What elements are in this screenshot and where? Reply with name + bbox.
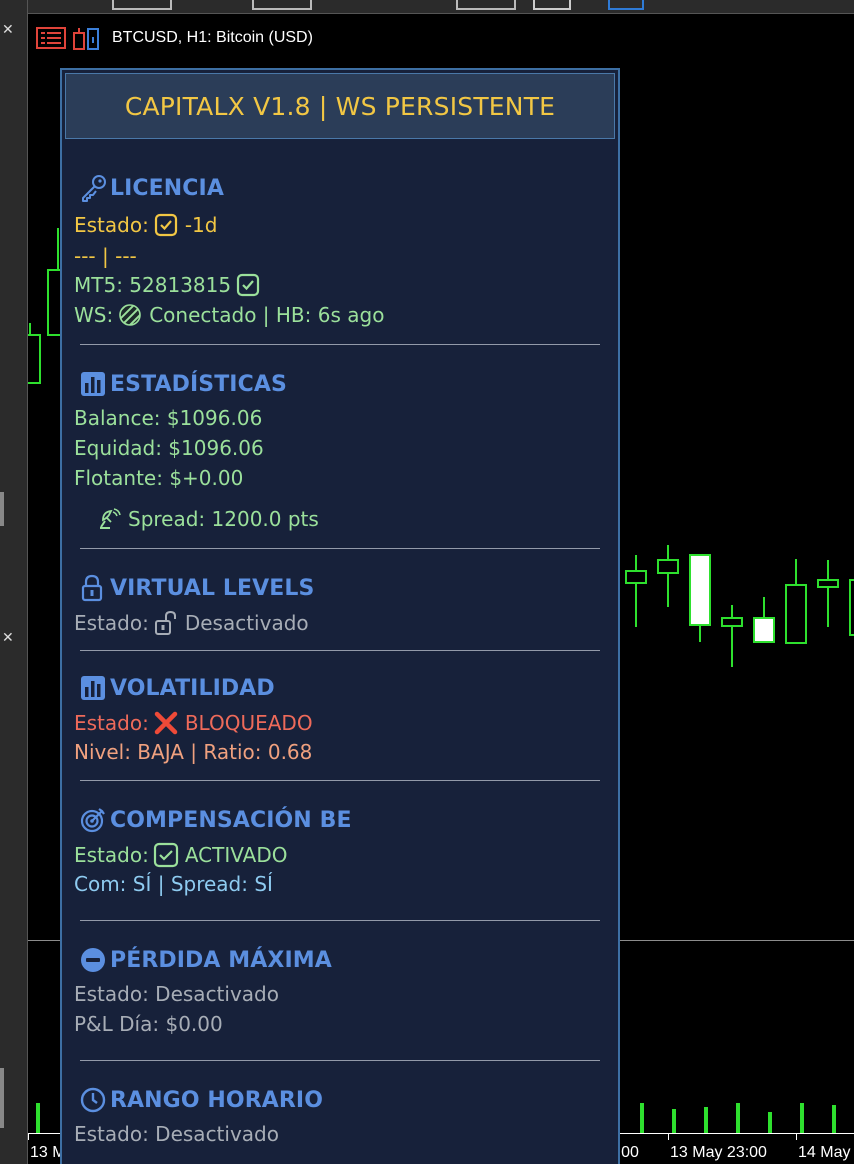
perdida-pnl: P&L Día: $0.00 [74, 1012, 223, 1036]
section-volatilidad: VOLATILIDAD [80, 672, 600, 704]
volume-bar [800, 1103, 804, 1133]
compensacion-estado: Estado: ACTIVADO [74, 842, 287, 868]
section-title: PÉRDIDA MÁXIMA [110, 947, 332, 973]
cross-mark-icon [151, 710, 181, 736]
volume-bar [640, 1103, 644, 1133]
key-icon [80, 174, 110, 202]
scroll-handle[interactable] [0, 492, 4, 526]
estado-value: Desactivado [184, 611, 309, 635]
volume-bar [36, 1103, 40, 1133]
toolbar-button[interactable] [608, 0, 644, 10]
section-title: VOLATILIDAD [110, 675, 275, 701]
section-title: RANGO HORARIO [110, 1087, 324, 1113]
unlock-icon [151, 610, 181, 636]
toolbar-button[interactable] [252, 0, 312, 10]
toolbar-button[interactable] [112, 0, 172, 10]
estado-label: Estado: [74, 611, 149, 635]
mt5-account: MT5: 52813815 [74, 273, 232, 297]
minus-circle-icon [80, 946, 110, 974]
check-icon [151, 212, 181, 238]
volume-bar [768, 1112, 772, 1133]
candle-body [817, 579, 839, 588]
candle-body [849, 579, 854, 636]
licencia-mt5: MT5: 52813815 [74, 272, 267, 298]
volatilidad-estado: Estado: BLOQUEADO [74, 710, 313, 736]
top-toolbar-strip [28, 0, 854, 14]
estado-value: ACTIVADO [184, 843, 288, 867]
section-divider [80, 780, 600, 781]
estado-label: Estado: [74, 213, 149, 237]
section-divider [80, 1060, 600, 1061]
section-divider [80, 548, 600, 549]
toolbar-button[interactable] [533, 0, 571, 10]
panel-header[interactable]: CAPITALX V1.8 | WS PERSISTENTE [65, 73, 615, 139]
lock-icon [80, 574, 110, 602]
striped-circle-icon [115, 302, 145, 328]
time-axis-mark [796, 1134, 797, 1140]
section-estadisticas: ESTADÍSTICAS [80, 368, 600, 400]
section-title: LICENCIA [110, 175, 224, 201]
volume-bar [672, 1109, 676, 1133]
section-compensacion-be: COMPENSACIÓN BE [80, 804, 600, 836]
candle-body [657, 559, 679, 574]
estado-value: BLOQUEADO [184, 711, 313, 735]
section-rango-horario: RANGO HORARIO [80, 1084, 600, 1116]
section-divider [80, 920, 600, 921]
volume-bar [832, 1105, 836, 1133]
virtual-levels-estado: Estado: Desactivado [74, 610, 309, 636]
estado-value: -1d [184, 213, 218, 237]
spread-row: Spread: 1200.0 pts [92, 506, 319, 532]
spread-value: Spread: 1200.0 pts [128, 507, 319, 531]
check-icon [233, 272, 263, 298]
left-toolbar-strip: ✕ ✕ [0, 0, 28, 1164]
satellite-dish-icon [94, 506, 124, 532]
ws-label: WS: [74, 303, 114, 327]
section-divider [80, 650, 600, 651]
section-virtual-levels: VIRTUAL LEVELS [80, 572, 600, 604]
time-axis-mark [668, 1134, 669, 1140]
flotante: Flotante: $+0.00 [74, 466, 244, 490]
time-axis-mark [28, 1134, 29, 1140]
balance: Balance: $1096.06 [74, 406, 263, 430]
estado-label: Estado: [74, 711, 149, 735]
close-icon[interactable]: ✕ [2, 22, 14, 38]
close-icon[interactable]: ✕ [2, 630, 14, 646]
candle-body [753, 617, 775, 643]
section-title: COMPENSACIÓN BE [110, 807, 352, 833]
candle-body [785, 584, 807, 644]
perdida-estado: Estado: Desactivado [74, 982, 279, 1006]
licencia-line2: --- | --- [74, 244, 137, 268]
volume-bar [704, 1107, 708, 1133]
check-icon [151, 842, 181, 868]
bar-chart-icon [80, 674, 110, 702]
capitalx-panel: CAPITALX V1.8 | WS PERSISTENTE LICENCIA … [60, 68, 620, 1164]
candle-body [721, 617, 743, 627]
section-licencia: LICENCIA [80, 172, 600, 204]
licencia-ws: WS: Conectado | HB: 6s ago [74, 302, 384, 328]
volatilidad-nivel: Nivel: BAJA | Ratio: 0.68 [74, 740, 313, 764]
section-divider [80, 344, 600, 345]
target-icon [80, 806, 110, 834]
rango-estado: Estado: Desactivado [74, 1122, 279, 1146]
clock-icon [80, 1086, 110, 1114]
section-perdida-maxima: PÉRDIDA MÁXIMA [80, 944, 600, 976]
candle-body [625, 570, 647, 584]
candle-body [689, 554, 711, 626]
toolbar-button[interactable] [456, 0, 516, 10]
time-axis-label: 13 May 23:00 [670, 1144, 767, 1161]
estado-label: Estado: [74, 843, 149, 867]
section-title: VIRTUAL LEVELS [110, 575, 315, 601]
bar-chart-icon [80, 370, 110, 398]
time-axis-label: 14 May [798, 1144, 851, 1161]
candle-body [28, 334, 41, 384]
panel-title: CAPITALX V1.8 | WS PERSISTENTE [124, 91, 556, 121]
licencia-estado: Estado: -1d [74, 212, 217, 238]
equidad: Equidad: $1096.06 [74, 436, 264, 460]
compensacion-com: Com: SÍ | Spread: SÍ [74, 872, 273, 896]
scroll-handle[interactable] [0, 1068, 4, 1128]
ws-status: Conectado | HB: 6s ago [149, 303, 385, 327]
volume-bar [736, 1103, 740, 1133]
section-title: ESTADÍSTICAS [110, 371, 287, 397]
